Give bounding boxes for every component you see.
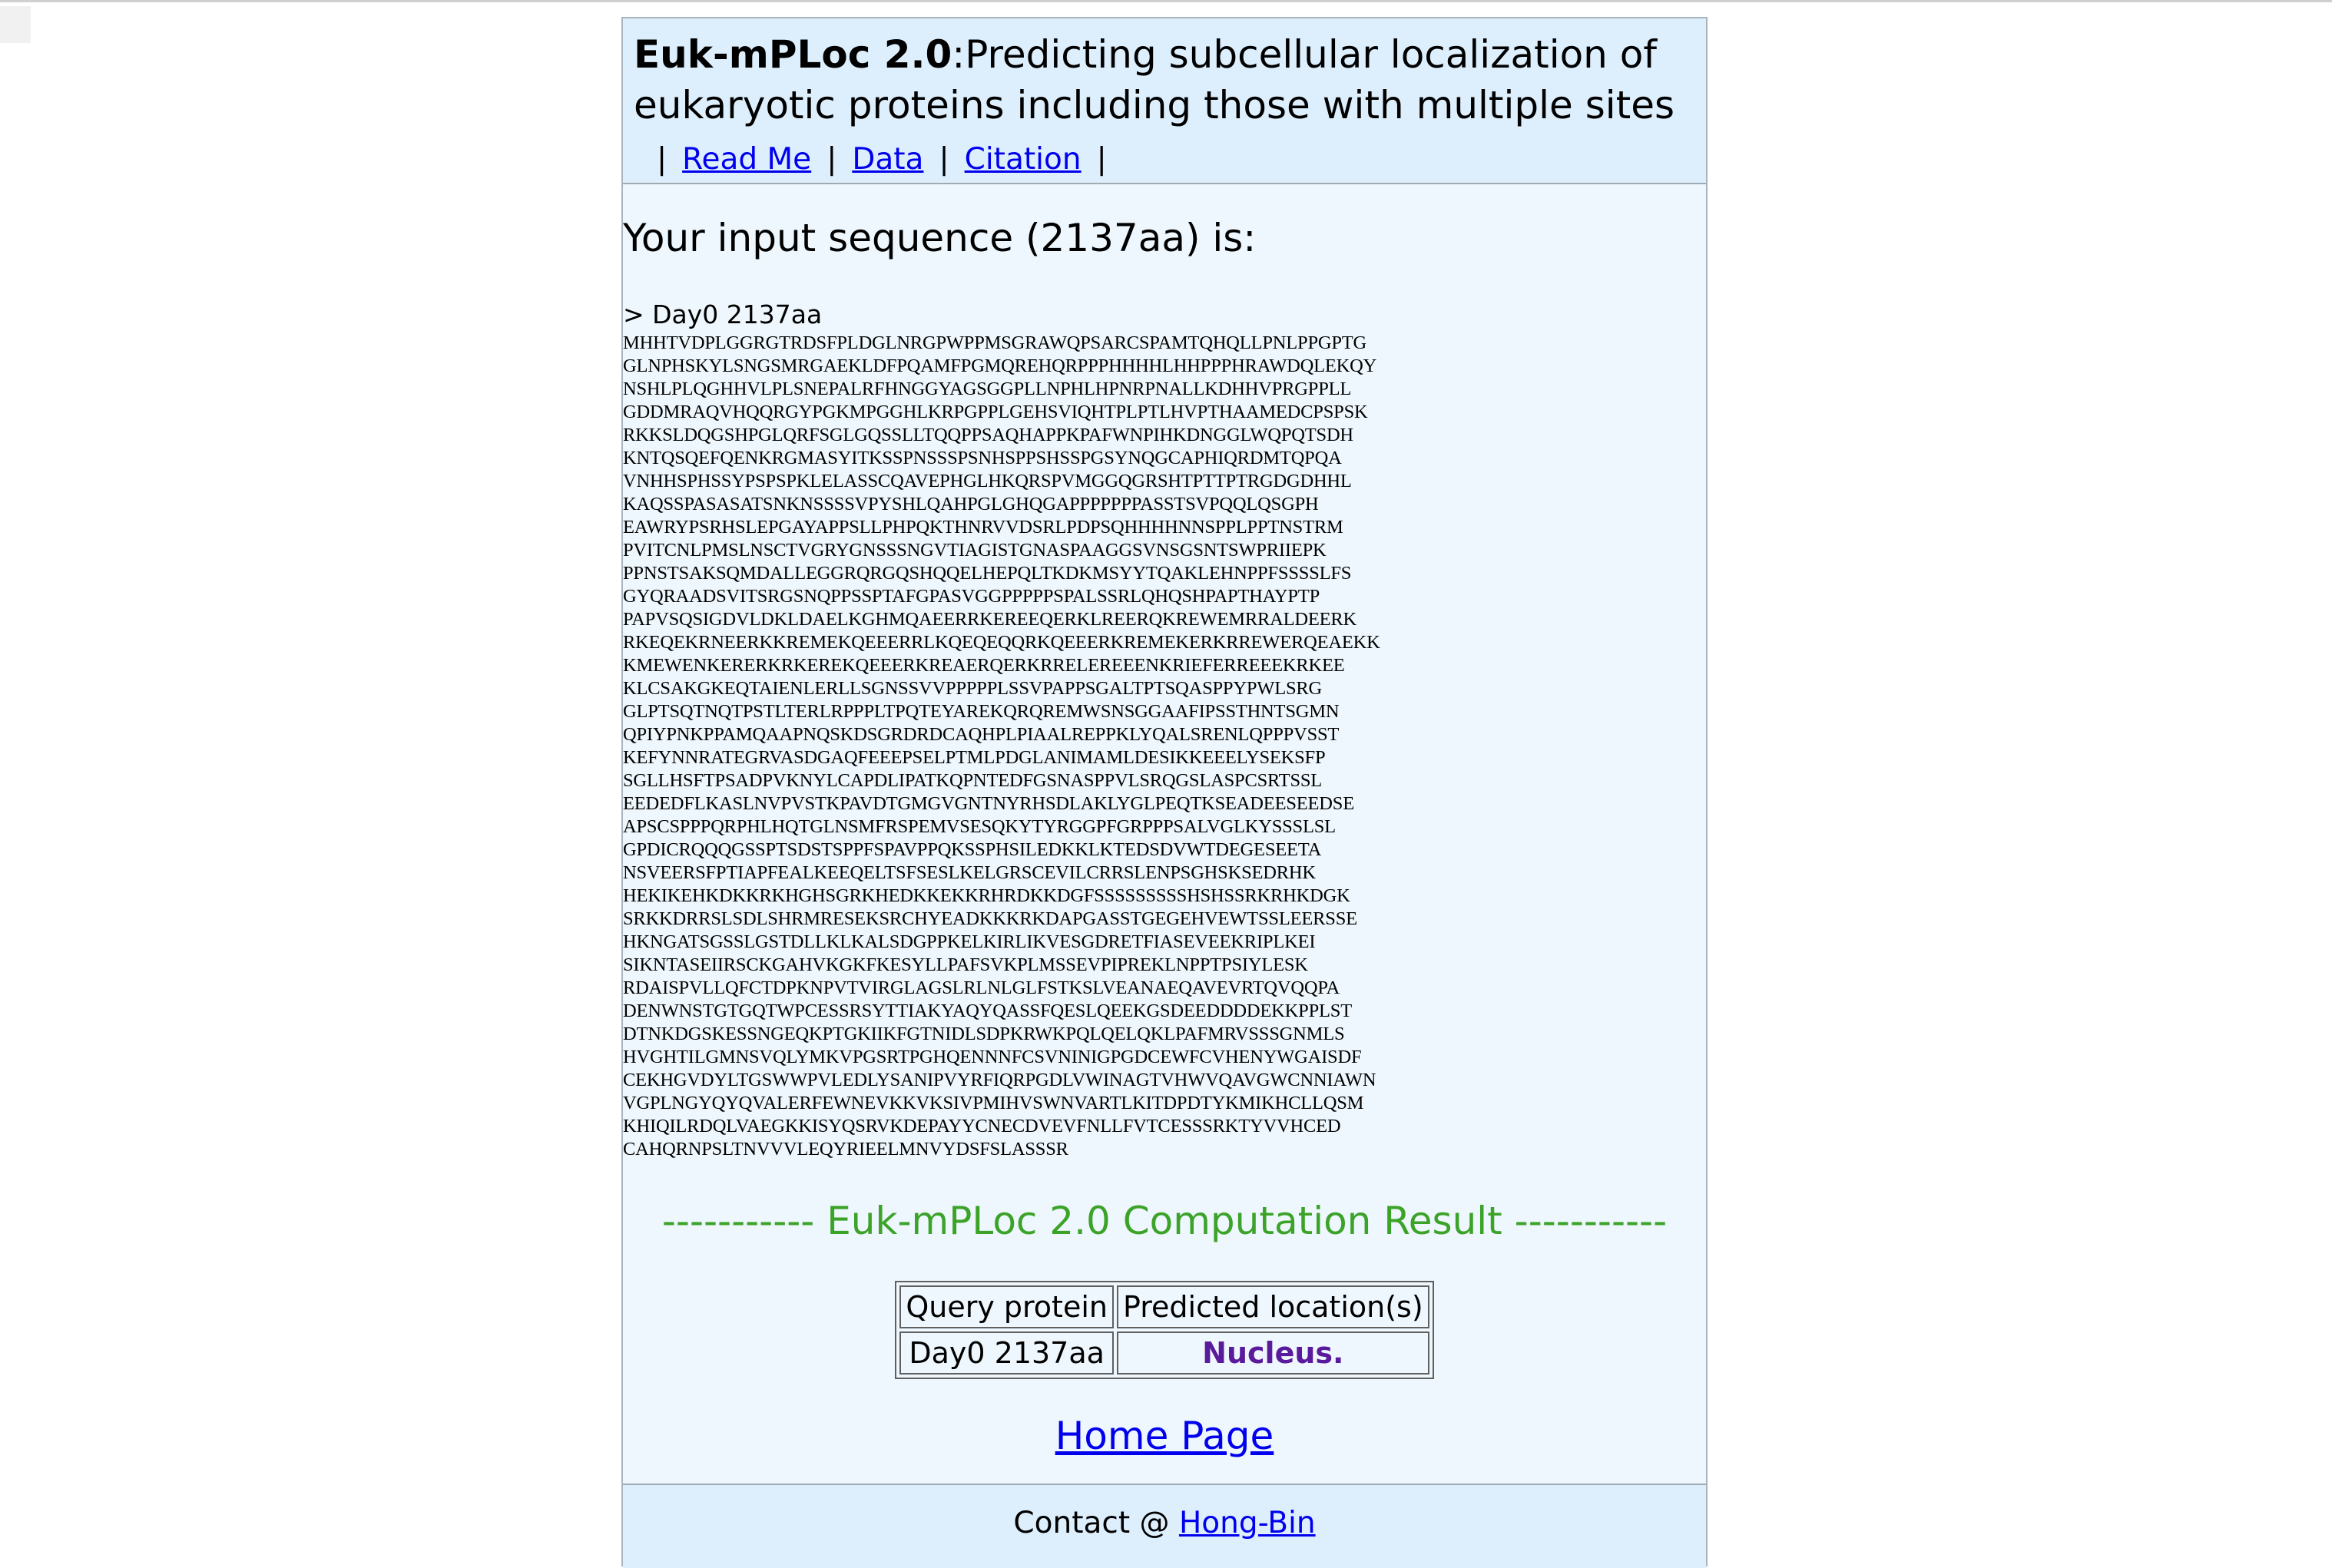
sequence-line: NSHLPLQGHHVLPLSNEPALRFHNGGYAGSGGPLLNPHLH…	[623, 379, 1352, 399]
sequence-line: HVGHTILGMNSVQLYMKVPGSRTPGHQENNNFCSVNINIG…	[623, 1047, 1362, 1067]
sequence-line: GLNPHSKYLSNGSMRGAEKLDFPQAMFPGMQREHQRPPPH…	[623, 356, 1377, 376]
sequence-line: KHIQILRDQLVAEGKKISYQSRVKDEPAYYCNECDVEVFN…	[623, 1116, 1341, 1136]
corner-widget	[0, 6, 31, 43]
sequence-line: KMEWENKERERKRKEREKQEEERKREAERQERKRRELERE…	[623, 655, 1345, 676]
nav-separator: |	[657, 142, 667, 177]
input-sequence-title: Your input sequence (2137aa) is:	[623, 216, 1257, 260]
sequence-line: GPDICRQQQGSSPTSDSTSPPFSPAVPPQKSSPHSILEDK…	[623, 839, 1322, 860]
footer: Contact @ Hong-Bin	[623, 1484, 1706, 1568]
table-row: Day0 2137aa Nucleus.	[899, 1331, 1429, 1374]
nav-bar: | Read Me | Data | Citation |	[634, 138, 1706, 181]
nav-separator: |	[939, 142, 949, 177]
sequence-line: RDAISPVLLQFCTDPKNPVTVIRGLAGSLRLNLGLFSTKS…	[623, 978, 1340, 998]
sequence-line: KLCSAKGKEQTAIENLERLLSGNSSVVPPPPPLSSVPAPP…	[623, 678, 1323, 699]
predicted-location-cell: Nucleus.	[1116, 1331, 1429, 1374]
result-title: ----------- Euk-mPLoc 2.0 Computation Re…	[661, 1199, 1668, 1243]
main-content: Your input sequence (2137aa) is: > Day0 …	[623, 215, 1706, 1459]
browser-top-line	[0, 0, 2332, 2]
query-protein-cell: Day0 2137aa	[899, 1331, 1114, 1374]
sequence-line: SRKKDRRSLSDLSHRMRESEKSRCHYEADKKKRKDAPGAS…	[623, 908, 1357, 929]
sequence-line: GYQRAADSVITSRGSNQPPSSPTAFGPASVGGPPPPPSPA…	[623, 586, 1320, 607]
nav-link-data[interactable]: Data	[852, 142, 923, 177]
sequence-line: GDDMRAQVHQQRGYPGKMPGGHLKRPGPPLGEHSVIQHTP…	[623, 402, 1368, 422]
header: Euk-mPLoc 2.0:Predicting subcellular loc…	[623, 18, 1706, 184]
sequence-line: DENWNSTGTGQTWPCESSRSYTTIAKYAQYQASSFQESLQ…	[623, 1001, 1352, 1021]
sequence-text: MHHTVDPLGGRGTRDSFPLDGLNRGPWPPMSGRAWQPSAR…	[623, 332, 1706, 1161]
sequence-line: PPNSTSAKSQMDALLEGGRQRGQSHQQELHEPQLTKDKMS…	[623, 563, 1352, 584]
sequence-line: EAWRYPSRHSLEPGAYAPPSLLPHPQKTHNRVVDSRLPDP…	[623, 517, 1343, 538]
brand-name: Euk-mPLoc 2.0	[634, 32, 952, 77]
sequence-line: DTNKDGSKESSNGEQKPTGKIIKFGTNIDLSDPKRWKPQL…	[623, 1024, 1345, 1044]
sequence-line: HKNGATSGSSLGSTDLLKLKALSDGPPKELKIRLIKVESG…	[623, 931, 1316, 952]
column-header-location: Predicted location(s)	[1116, 1285, 1429, 1328]
sequence-line: GLPTSQTNQTPSTLTERLRPPPLTPQTEYAREKQRQREMW…	[623, 701, 1340, 722]
sequence-line: MHHTVDPLGGRGTRDSFPLDGLNRGPWPPMSGRAWQPSAR…	[623, 332, 1367, 353]
nav-link-read-me[interactable]: Read Me	[682, 142, 811, 177]
sequence-line: RKEQEKRNEERKKREMEKQEEERRLKQEQEQQRKQEEERK…	[623, 632, 1380, 653]
sequence-line: HEKIKEHKDKKRKHGHSGRKHEDKKEKKRHRDKKDGFSSS…	[623, 885, 1350, 906]
page-container: Euk-mPLoc 2.0:Predicting subcellular loc…	[621, 17, 1708, 1568]
sequence-line: VGPLNGYQYQVALERFEWNEVKKVKSIVPMIHVSWNVART…	[623, 1093, 1364, 1113]
result-table: Query protein Predicted location(s) Day0…	[895, 1281, 1434, 1379]
sequence-line: SGLLHSFTPSADPVKNYLCAPDLIPATKQPNTEDFGSNAS…	[623, 770, 1323, 791]
sequence-line: EEDEDFLKASLNVPVSTKPAVDTGMGVGNTNYRHSDLAKL…	[623, 793, 1354, 814]
table-header-row: Query protein Predicted location(s)	[899, 1285, 1429, 1328]
sequence-line: RKKSLDQGSHPGLQRFSGLGQSSLLTQQPPSAQHAPPKPA…	[623, 425, 1353, 445]
nav-link-citation[interactable]: Citation	[965, 142, 1082, 177]
sequence-line: KEFYNNRATEGRVASDGAQFEEEPSELPTMLPDGLANIMA…	[623, 747, 1326, 768]
sequence-line: KNTQSQEFQENKRGMASYITKSSPNSSSPSNHSPPSHSSP…	[623, 448, 1342, 468]
sequence-line: CEKHGVDYLTGSWWPVLEDLYSANIPVYRFIQRPGDLVWI…	[623, 1070, 1376, 1090]
sequence-line: KAQSSPASASATSNKNSSSSVPYSHLQAHPGLGHQGAPPP…	[623, 494, 1319, 514]
sequence-header: > Day0 2137aa	[623, 299, 823, 329]
nav-separator: |	[1096, 142, 1107, 177]
sequence-line: CAHQRNPSLTNVVVLEQYRIEELMNVYDSFSLASSSR	[623, 1139, 1068, 1159]
column-header-query: Query protein	[899, 1285, 1114, 1328]
page-title: Euk-mPLoc 2.0:Predicting subcellular loc…	[634, 29, 1706, 131]
sequence-line: PAPVSQSIGDVLDKLDAELKGHMQAEERRKEREEQERKLR…	[623, 609, 1357, 630]
nav-separator: |	[826, 142, 837, 177]
sequence-line: SIKNTASEIIRSCKGAHVKGKFKESYLLPAFSVKPLMSSE…	[623, 954, 1308, 975]
sequence-line: VNHHSPHSSYPSPSPKLELASSCQAVEPHGLHKQRSPVMG…	[623, 471, 1352, 491]
contact-link[interactable]: Hong-Bin	[1179, 1506, 1316, 1540]
sequence-line: PVITCNLPMSLNSCTVGRYGNSSSNGVTIAGISTGNASPA…	[623, 540, 1327, 561]
sequence-line: QPIYPNKPPAMQAAPNQSKDSGRDRDCAQHPLPIAALREP…	[623, 724, 1340, 745]
home-page-link[interactable]: Home Page	[1055, 1414, 1274, 1458]
sequence-line: APSCSPPPQRPHLHQTGLNSMFRSPEMVSESQKYTYRGGP…	[623, 816, 1336, 837]
sequence-line: NSVEERSFPTIAPFEALKEEQELTSFSESLKELGRSCEVI…	[623, 862, 1316, 883]
home-page-container: Home Page	[623, 1413, 1706, 1459]
contact-label: Contact @	[1013, 1506, 1179, 1540]
